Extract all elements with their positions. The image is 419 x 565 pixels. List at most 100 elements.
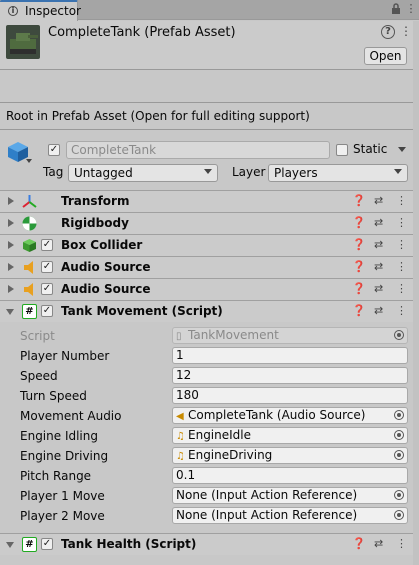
component-header-box-collider[interactable]: ✓ Box Collider ❓ ⇄ ⋮ <box>0 234 419 256</box>
object-picker-icon[interactable] <box>394 510 404 520</box>
tab-bar: i Inspector ⋮ <box>0 0 419 21</box>
presets-icon[interactable]: ⇄ <box>374 260 383 273</box>
static-checkbox[interactable] <box>336 144 348 156</box>
turn-speed-field[interactable]: 180 <box>172 387 408 404</box>
prefab-info-text: Root in Prefab Asset (Open for full edit… <box>6 109 310 123</box>
component-header-tank-movement[interactable]: # ✓ Tank Movement (Script) ❓ ⇄ ⋮ <box>0 300 419 322</box>
component-name: Audio Source <box>61 260 151 274</box>
help-icon[interactable]: ❓ <box>352 194 366 207</box>
tag-dropdown[interactable]: Untagged <box>68 164 218 182</box>
component-menu-icon[interactable]: ⋮ <box>396 238 407 251</box>
player-2-move-field[interactable]: None (Input Action Reference) <box>172 507 408 524</box>
speed-field[interactable]: 12 <box>172 367 408 384</box>
help-icon[interactable]: ❓ <box>352 238 366 251</box>
foldout-arrow-icon[interactable] <box>8 263 14 271</box>
tag-label: Tag <box>43 165 64 179</box>
presets-icon[interactable]: ⇄ <box>374 537 383 550</box>
component-menu-icon[interactable]: ⋮ <box>396 537 407 550</box>
component-menu-icon[interactable]: ⋮ <box>396 304 407 317</box>
static-label: Static <box>353 142 388 156</box>
property-label: Player 2 Move <box>20 509 105 523</box>
vertical-scrollbar[interactable] <box>413 21 419 565</box>
component-header-rigidbody[interactable]: Rigidbody ❓ ⇄ ⋮ <box>0 212 419 234</box>
window-menu-icon[interactable]: ⋮ <box>405 3 417 15</box>
tab-inspector[interactable]: i Inspector <box>0 0 81 21</box>
audio-source-icon <box>22 260 37 275</box>
audio-source-icon: ◀ <box>176 411 184 422</box>
info-icon: i <box>8 6 18 16</box>
gameobject-active-checkbox[interactable]: ✓ <box>48 144 60 156</box>
object-picker-icon[interactable] <box>394 330 404 340</box>
property-label: Script <box>20 329 55 343</box>
component-name: Tank Health (Script) <box>61 537 197 551</box>
icon-dropdown-arrow-icon[interactable] <box>26 159 32 163</box>
foldout-arrow-icon[interactable] <box>8 241 14 249</box>
presets-icon[interactable]: ⇄ <box>374 238 383 251</box>
object-picker-icon[interactable] <box>394 430 404 440</box>
player-1-move-field[interactable]: None (Input Action Reference) <box>172 487 408 504</box>
settings-menu-icon[interactable]: ⋮ <box>400 24 412 38</box>
static-dropdown-icon[interactable] <box>398 147 406 152</box>
component-enabled-checkbox[interactable]: ✓ <box>41 305 53 317</box>
foldout-arrow-icon[interactable] <box>6 309 14 315</box>
component-header-audio-source[interactable]: ✓ Audio Source ❓ ⇄ ⋮ <box>0 256 419 278</box>
audio-source-icon <box>22 282 37 297</box>
presets-icon[interactable]: ⇄ <box>374 304 383 317</box>
divider <box>0 129 419 130</box>
component-enabled-checkbox[interactable]: ✓ <box>41 239 53 251</box>
foldout-arrow-icon[interactable] <box>8 219 14 227</box>
engine-idling-field[interactable]: ♫ EngineIdle <box>172 427 408 444</box>
inspector-header: CompleteTank (Prefab Asset) ? ⋮ Open <box>0 21 419 69</box>
component-menu-icon[interactable]: ⋮ <box>396 282 407 295</box>
gameobject-name-field[interactable]: CompleteTank <box>66 141 330 159</box>
component-header-tank-health[interactable]: # ✓ Tank Health (Script) ❓ ⇄ ⋮ <box>0 533 419 555</box>
component-controls: ❓ <box>352 194 366 207</box>
help-icon[interactable]: ❓ <box>352 216 366 229</box>
layer-value: Players <box>274 166 318 180</box>
foldout-arrow-icon[interactable] <box>6 542 14 548</box>
help-icon[interactable]: ❓ <box>352 282 366 295</box>
component-enabled-checkbox[interactable]: ✓ <box>41 283 53 295</box>
component-enabled-checkbox[interactable]: ✓ <box>41 261 53 273</box>
player-number-field[interactable]: 1 <box>172 347 408 364</box>
component-menu-icon[interactable]: ⋮ <box>396 260 407 273</box>
property-label: Pitch Range <box>20 469 92 483</box>
chevron-down-icon <box>394 169 402 174</box>
component-menu-icon[interactable]: ⋮ <box>396 216 407 229</box>
lock-icon[interactable] <box>390 3 402 15</box>
prefab-thumbnail <box>6 25 40 59</box>
property-label: Speed <box>20 369 58 383</box>
chevron-down-icon <box>204 169 212 174</box>
pitch-range-field[interactable]: 0.1 <box>172 467 408 484</box>
divider <box>0 102 419 103</box>
help-icon[interactable]: ❓ <box>352 537 366 550</box>
presets-icon[interactable]: ⇄ <box>374 216 383 229</box>
rigidbody-icon <box>22 216 37 231</box>
engine-driving-field[interactable]: ♫ EngineDriving <box>172 447 408 464</box>
component-enabled-checkbox[interactable]: ✓ <box>41 538 53 550</box>
open-button[interactable]: Open <box>364 47 407 65</box>
component-header-audio-source[interactable]: ✓ Audio Source ❓ ⇄ ⋮ <box>0 278 419 300</box>
script-icon: ▯ <box>176 331 182 342</box>
divider <box>0 69 419 70</box>
component-header-transform[interactable]: Transform ❓ ⇄ ⋮ <box>0 190 419 212</box>
help-icon[interactable]: ❓ <box>352 260 366 273</box>
layer-dropdown[interactable]: Players <box>268 164 408 182</box>
help-icon[interactable]: ? <box>381 25 395 39</box>
presets-icon[interactable]: ⇄ <box>374 194 383 207</box>
component-menu-icon[interactable]: ⋮ <box>396 194 407 207</box>
foldout-arrow-icon[interactable] <box>8 285 14 293</box>
property-label: Player Number <box>20 349 110 363</box>
property-label: Player 1 Move <box>20 489 105 503</box>
object-picker-icon[interactable] <box>394 410 404 420</box>
transform-icon <box>22 194 37 209</box>
object-picker-icon[interactable] <box>394 490 404 500</box>
help-icon[interactable]: ❓ <box>352 304 366 317</box>
foldout-arrow-icon[interactable] <box>8 197 14 205</box>
property-label: Turn Speed <box>20 389 87 403</box>
movement-audio-field[interactable]: ◀ CompleteTank (Audio Source) <box>172 407 408 424</box>
prefab-title: CompleteTank (Prefab Asset) <box>48 25 236 40</box>
presets-icon[interactable]: ⇄ <box>374 282 383 295</box>
object-picker-icon[interactable] <box>394 450 404 460</box>
component-name: Transform <box>61 194 130 208</box>
